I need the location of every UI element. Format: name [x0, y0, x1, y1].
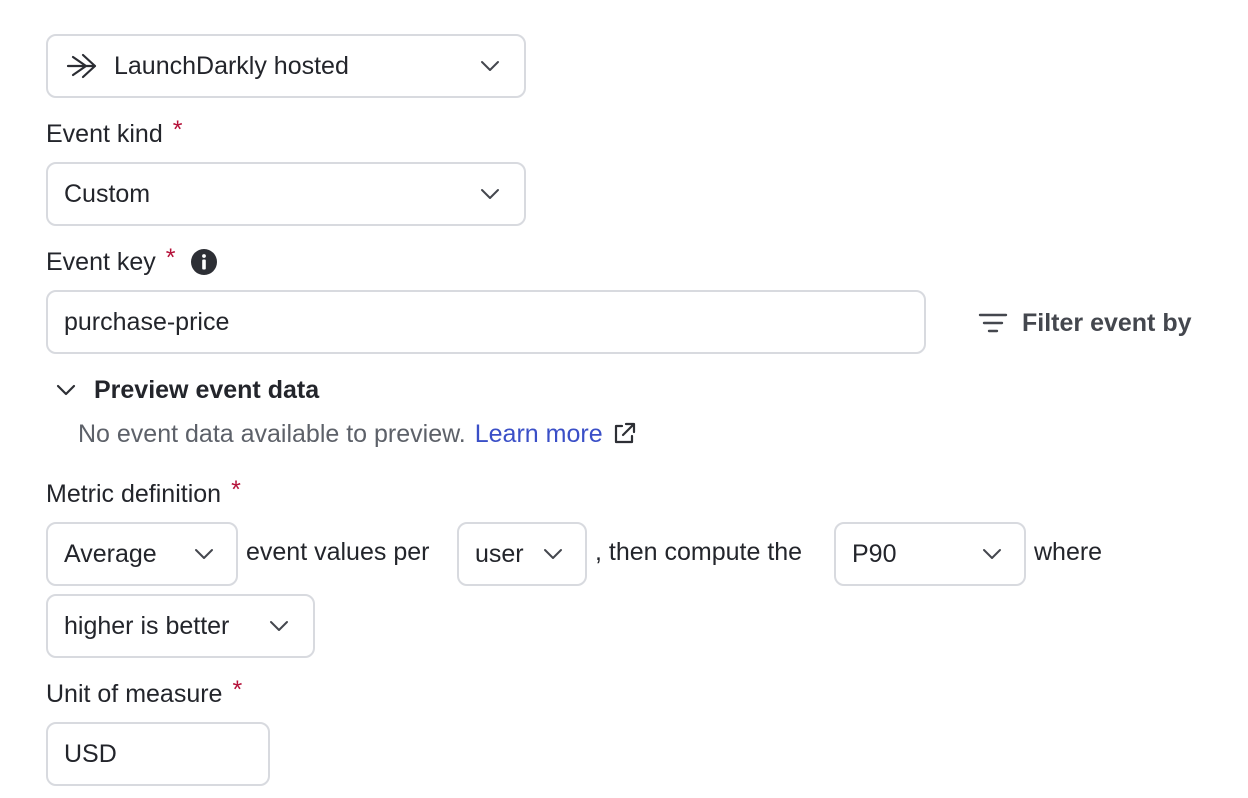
info-icon[interactable]	[190, 248, 218, 276]
event-key-label-text: Event key	[46, 247, 156, 276]
required-indicator: *	[165, 243, 176, 272]
direction-value: higher is better	[64, 611, 230, 640]
metric-definition-label-text: Metric definition	[46, 479, 222, 508]
aggregation-select[interactable]: Average	[46, 522, 238, 586]
event-key-value: purchase-price	[64, 307, 230, 336]
launchdarkly-logo-icon	[66, 53, 97, 79]
filter-icon	[978, 313, 1008, 333]
source-select-value: LaunchDarkly hosted	[114, 51, 349, 80]
required-indicator: *	[231, 475, 241, 504]
source-select[interactable]: LaunchDarkly hosted	[46, 34, 526, 98]
direction-select[interactable]: higher is better	[46, 594, 315, 658]
metric-text-event-values: event values per	[246, 538, 430, 566]
statistic-value: P90	[852, 539, 897, 568]
event-kind-select[interactable]: Custom	[46, 162, 526, 226]
preview-toggle-label: Preview event data	[94, 375, 320, 404]
statistic-select[interactable]: P90	[834, 522, 1026, 586]
preview-toggle[interactable]: Preview event data	[56, 372, 319, 408]
aggregation-value: Average	[64, 539, 157, 568]
unit-of-measure-label: Unit of measure *	[46, 676, 242, 712]
required-indicator: *	[232, 675, 243, 704]
preview-empty-state: No event data available to preview. Lear…	[78, 416, 637, 452]
event-kind-label-text: Event kind	[46, 119, 163, 148]
chevron-down-icon	[544, 549, 562, 559]
required-indicator: *	[172, 115, 183, 144]
learn-more-link[interactable]: Learn more	[475, 420, 603, 449]
metric-text-compute: , then compute the	[595, 538, 803, 566]
unit-select[interactable]: user	[457, 522, 587, 586]
chevron-down-icon	[481, 61, 499, 71]
metric-definition-label: Metric definition *	[46, 476, 241, 512]
chevron-down-icon	[983, 549, 1001, 559]
unit-of-measure-label-text: Unit of measure	[46, 679, 223, 708]
filter-event-button[interactable]: Filter event by	[978, 304, 1192, 342]
external-link-icon[interactable]	[611, 421, 637, 447]
unit-of-measure-input[interactable]: USD	[46, 722, 270, 786]
chevron-down-icon	[56, 384, 76, 396]
chevron-down-icon	[270, 621, 288, 631]
event-kind-value: Custom	[64, 179, 151, 208]
metric-text-where: where	[1034, 538, 1103, 566]
preview-empty-text: No event data available to preview.	[78, 419, 466, 448]
chevron-down-icon	[481, 189, 499, 199]
event-key-input[interactable]: purchase-price	[46, 290, 926, 354]
unit-of-measure-value: USD	[64, 739, 117, 768]
event-key-label: Event key *	[46, 244, 218, 280]
chevron-down-icon	[195, 549, 213, 559]
filter-event-label: Filter event by	[1022, 308, 1192, 337]
unit-value: user	[475, 539, 524, 568]
event-kind-label: Event kind *	[46, 116, 182, 152]
